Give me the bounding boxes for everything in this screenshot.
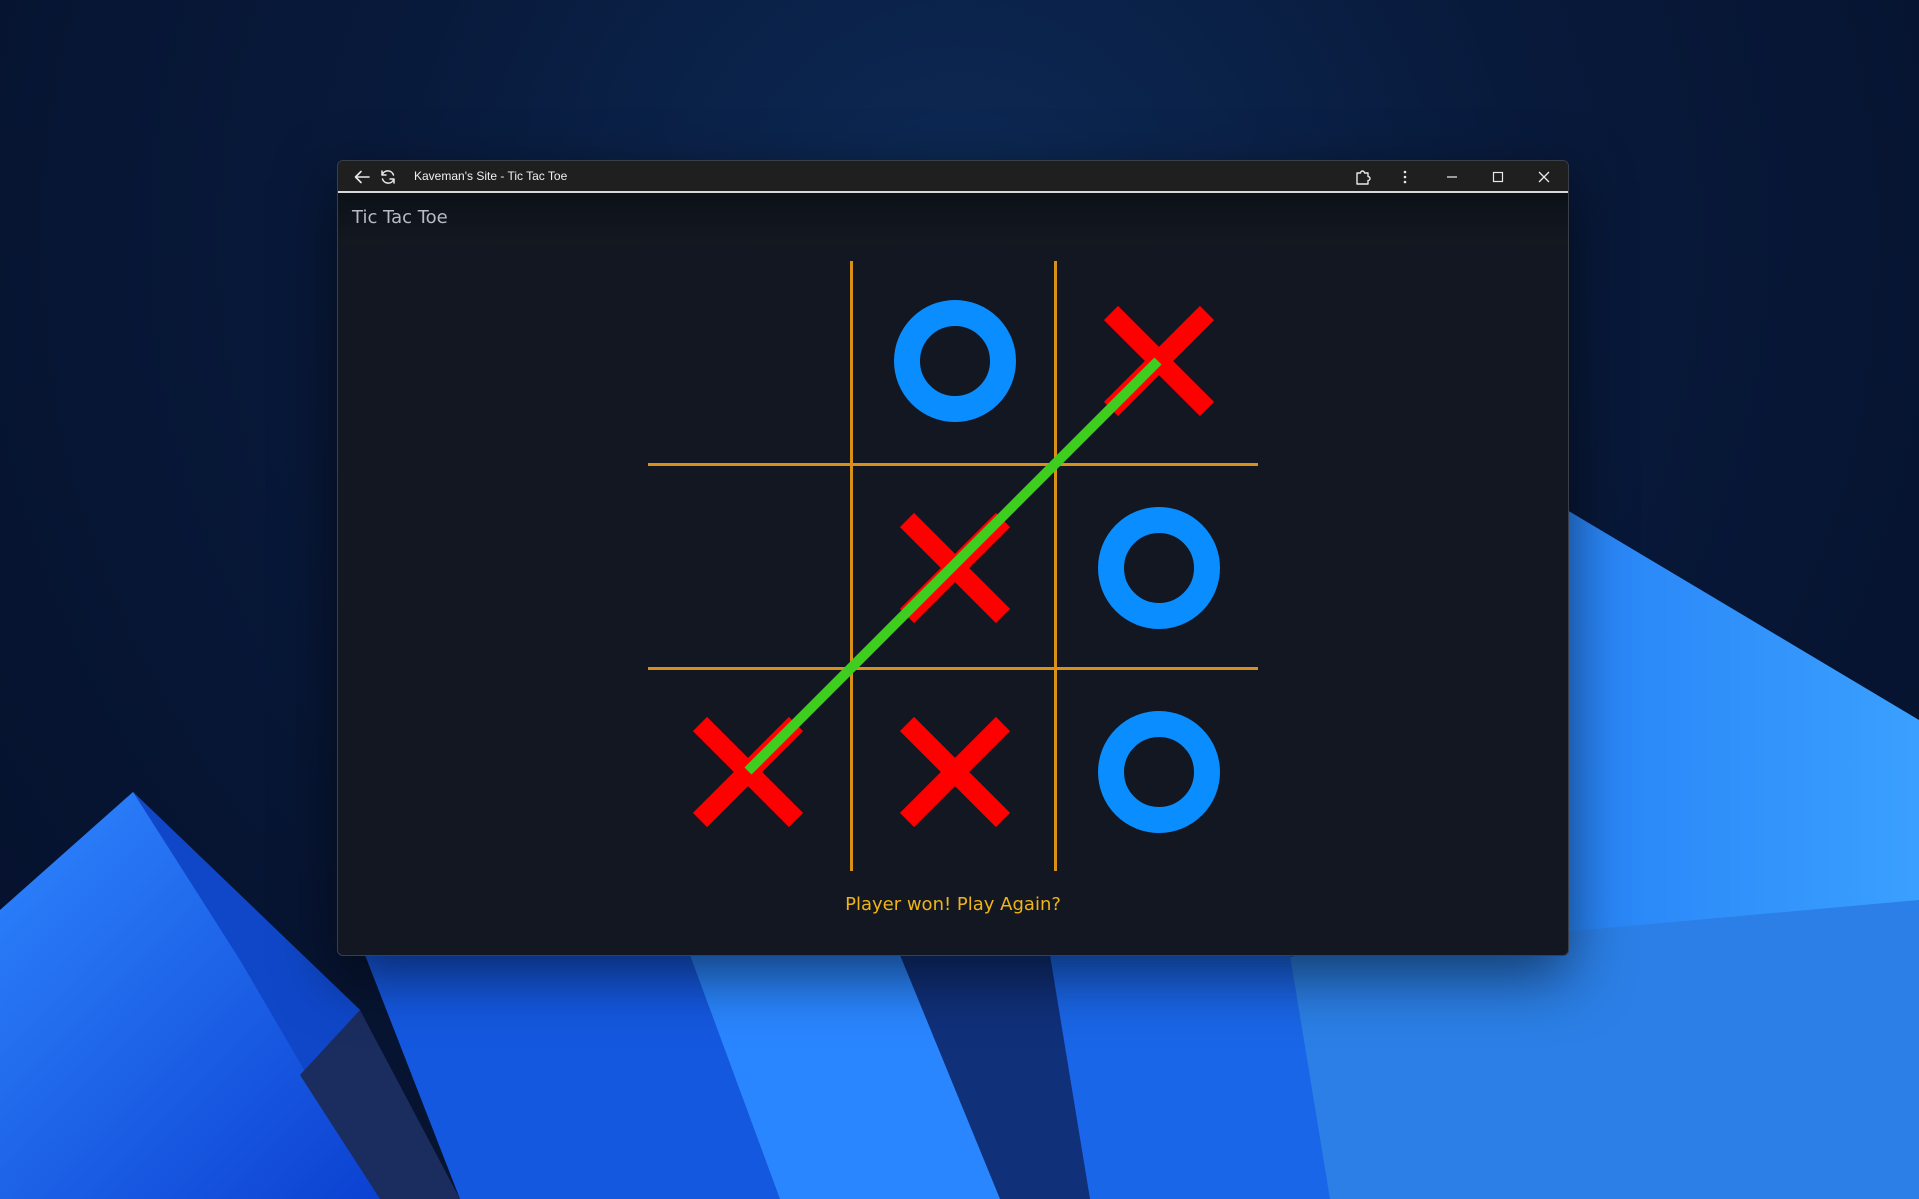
board-cell-r1-c2[interactable] <box>855 261 1055 461</box>
board-cell-r1-c1[interactable] <box>648 261 848 461</box>
board-cell-r3-c1[interactable] <box>648 672 848 872</box>
maximize-icon[interactable] <box>1488 167 1508 187</box>
grid-line-vertical-1 <box>850 261 853 871</box>
board-cell-r2-c3[interactable] <box>1059 468 1259 668</box>
page-header: Tic Tac Toe <box>338 193 1568 245</box>
desktop: Kaveman's Site - Tic Tac Toe Tic Tac Toe <box>0 0 1919 1199</box>
x-mark <box>899 512 1011 624</box>
close-icon[interactable] <box>1534 167 1554 187</box>
board-cell-r2-c1[interactable] <box>648 468 848 668</box>
o-mark <box>1098 711 1220 833</box>
x-mark <box>692 716 804 828</box>
x-mark <box>899 716 1011 828</box>
title-bar: Kaveman's Site - Tic Tac Toe <box>338 161 1568 193</box>
back-arrow-icon[interactable] <box>352 167 372 187</box>
x-mark <box>1103 305 1215 417</box>
board-cell-r3-c2[interactable] <box>855 672 1055 872</box>
extensions-icon[interactable] <box>1353 167 1373 187</box>
page-title: Tic Tac Toe <box>352 207 448 228</box>
more-vertical-icon[interactable] <box>1395 167 1415 187</box>
board-cell-r2-c2[interactable] <box>855 468 1055 668</box>
minimize-icon[interactable] <box>1442 167 1462 187</box>
reload-icon[interactable] <box>378 167 398 187</box>
board-cell-r3-c3[interactable] <box>1059 672 1259 872</box>
window-title: Kaveman's Site - Tic Tac Toe <box>414 169 568 183</box>
browser-app-window: Kaveman's Site - Tic Tac Toe Tic Tac Toe <box>337 160 1569 956</box>
o-mark <box>1098 507 1220 629</box>
play-again-status[interactable]: Player won! Play Again? <box>338 894 1568 915</box>
tic-tac-toe-board <box>648 261 1258 871</box>
grid-line-horizontal-1 <box>648 463 1258 466</box>
o-mark <box>894 300 1016 422</box>
board-cell-r1-c3[interactable] <box>1059 261 1259 461</box>
